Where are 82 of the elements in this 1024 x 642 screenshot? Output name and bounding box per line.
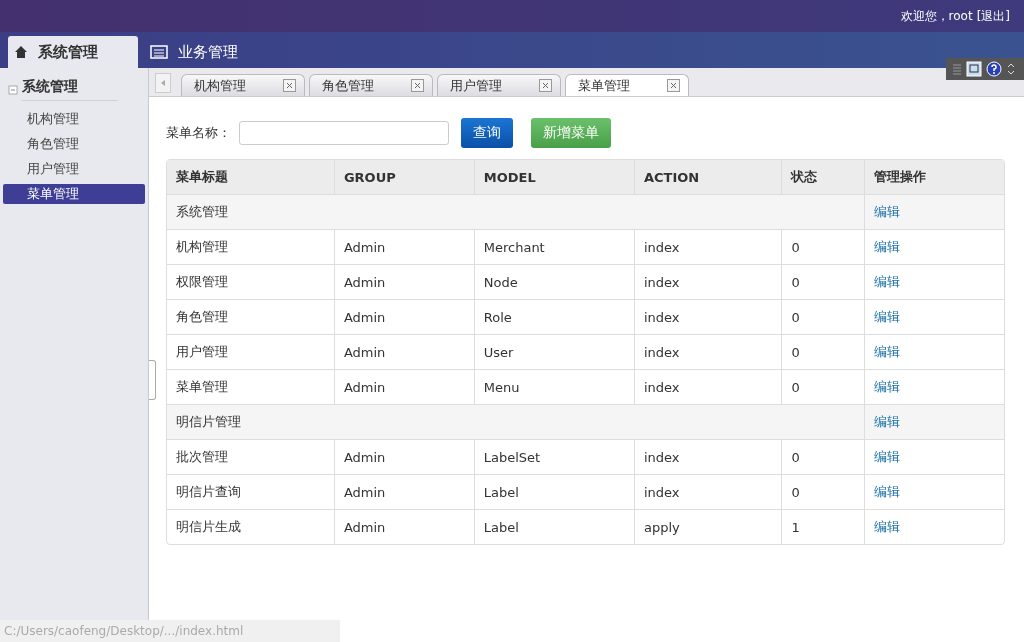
table-cell: LabelSet <box>473 439 634 474</box>
edit-link[interactable]: 编辑 <box>873 379 900 394</box>
close-icon[interactable] <box>539 79 552 92</box>
nav-tab[interactable]: 业务管理 <box>144 36 274 68</box>
table-cell: Admin <box>333 264 474 299</box>
sidebar-item[interactable]: 角色管理 <box>3 134 145 154</box>
table-cell: 0 <box>781 439 864 474</box>
column-header: 菜单标题 <box>167 160 334 194</box>
sidebar-item[interactable]: 用户管理 <box>3 159 145 179</box>
query-button[interactable]: 查询 <box>461 118 513 148</box>
table-cell: 明信片查询 <box>167 474 334 509</box>
logout-link[interactable]: [退出] <box>976 7 1010 25</box>
table-cell: Admin <box>333 509 474 544</box>
table-cell: 0 <box>781 229 864 264</box>
sidebar-item[interactable]: 机构管理 <box>3 109 145 129</box>
column-header: GROUP <box>333 160 474 194</box>
page-tab[interactable]: 角色管理 <box>309 74 433 96</box>
table-cell: 0 <box>781 299 864 334</box>
table-cell: index <box>633 299 782 334</box>
table-cell: 明信片生成 <box>167 509 334 544</box>
table-cell: index <box>633 439 782 474</box>
expand-icon[interactable] <box>1006 61 1016 77</box>
table-cell: 用户管理 <box>167 334 334 369</box>
edit-link[interactable]: 编辑 <box>873 484 900 499</box>
close-icon[interactable] <box>283 79 296 92</box>
edit-link[interactable]: 编辑 <box>873 309 900 324</box>
table-cell: Node <box>473 264 634 299</box>
nav-tab[interactable]: 系统管理 <box>8 36 138 68</box>
table-cell: Label <box>473 474 634 509</box>
table-cell: 系统管理 <box>167 194 864 229</box>
sidebar-item[interactable]: 菜单管理 <box>3 184 145 204</box>
table-cell: User <box>473 334 634 369</box>
sidebar-title: 系统管理 <box>22 78 118 101</box>
column-header: MODEL <box>473 160 634 194</box>
table-cell: apply <box>633 509 782 544</box>
table-cell: Admin <box>333 299 474 334</box>
edit-link[interactable]: 编辑 <box>873 204 900 219</box>
edit-link[interactable]: 编辑 <box>873 414 900 429</box>
arrow-left-icon <box>161 80 165 86</box>
table-cell: 机构管理 <box>167 229 334 264</box>
table-cell: index <box>633 334 782 369</box>
table-cell: 明信片管理 <box>167 404 864 439</box>
edit-link[interactable]: 编辑 <box>873 519 900 534</box>
table-cell: Label <box>473 509 634 544</box>
column-header: 状态 <box>781 160 864 194</box>
edit-link[interactable]: 编辑 <box>873 449 900 464</box>
table-cell: index <box>633 264 782 299</box>
field-label: 菜单名称： <box>166 124 231 142</box>
close-icon[interactable] <box>667 79 680 92</box>
table-cell: Role <box>473 299 634 334</box>
page-tab[interactable]: 机构管理 <box>181 74 305 96</box>
window-icon[interactable] <box>966 61 982 77</box>
status-bar: C:/Users/caofeng/Desktop/.../index.html <box>0 620 340 642</box>
table-cell: 0 <box>781 334 864 369</box>
edit-link[interactable]: 编辑 <box>873 274 900 289</box>
table-cell: 0 <box>781 264 864 299</box>
page-tab[interactable]: 菜单管理 <box>565 74 689 96</box>
table-cell: Admin <box>333 229 474 264</box>
column-header: ACTION <box>633 160 782 194</box>
grip-icon[interactable] <box>952 63 962 75</box>
list-icon <box>150 45 168 59</box>
table-cell: 权限管理 <box>167 264 334 299</box>
help-icon[interactable] <box>986 61 1002 77</box>
table-cell: Merchant <box>473 229 634 264</box>
table-cell: 0 <box>781 474 864 509</box>
table-cell: index <box>633 229 782 264</box>
edit-link[interactable]: 编辑 <box>873 344 900 359</box>
table-cell: index <box>633 474 782 509</box>
home-icon <box>14 45 28 59</box>
welcome-text: 欢迎您，root <box>900 7 973 25</box>
edit-link[interactable]: 编辑 <box>873 239 900 254</box>
table-cell: 1 <box>781 509 864 544</box>
page-tab[interactable]: 用户管理 <box>437 74 561 96</box>
table-cell: Admin <box>333 334 474 369</box>
table-cell: Admin <box>333 439 474 474</box>
table-cell: 批次管理 <box>167 439 334 474</box>
table-cell: 角色管理 <box>167 299 334 334</box>
table-cell: Admin <box>333 474 474 509</box>
close-icon[interactable] <box>411 79 424 92</box>
collapse-handle[interactable] <box>149 360 156 400</box>
column-header: 管理操作 <box>863 160 1004 194</box>
menu-name-field[interactable] <box>239 121 449 145</box>
